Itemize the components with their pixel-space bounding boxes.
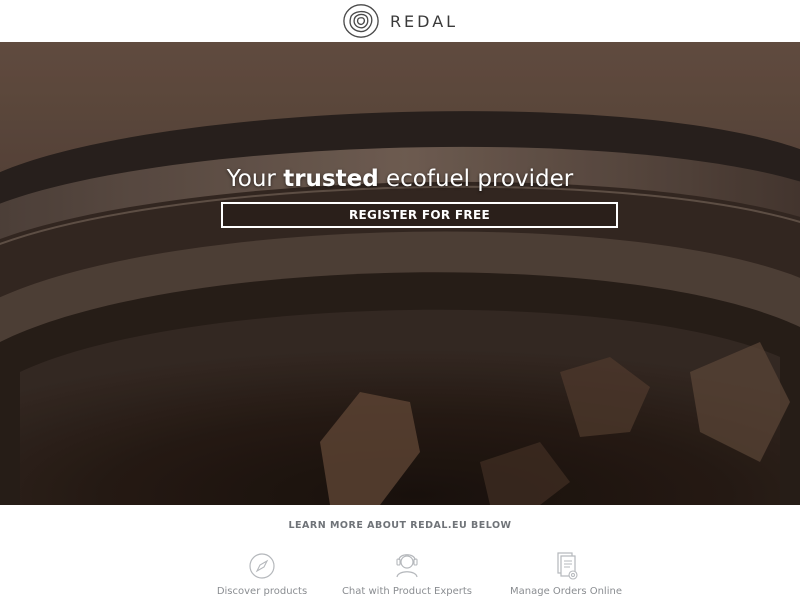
- register-button[interactable]: REGISTER FOR FREE: [221, 202, 618, 228]
- hero-headline-pre: Your: [226, 166, 284, 192]
- hero-banner: Your trusted ecofuel provider REGISTER F…: [0, 42, 800, 505]
- hero-headline: Your trusted ecofuel provider: [0, 166, 800, 192]
- redal-logo-icon[interactable]: [342, 2, 380, 40]
- orders-document-icon: [557, 552, 578, 580]
- feature-discover-products[interactable]: Discover products: [182, 550, 342, 597]
- chat-expert-icon: [396, 554, 418, 578]
- feature-chat-experts[interactable]: Chat with Product Experts: [327, 550, 487, 597]
- learn-more-heading: LEARN MORE ABOUT REDAL.EU BELOW: [288, 520, 512, 531]
- feature-manage-orders[interactable]: Manage Orders Online: [486, 550, 646, 597]
- feature-label: Chat with Product Experts: [341, 586, 473, 597]
- site-header: REDAL: [0, 0, 800, 42]
- hero-background-image: [0, 42, 800, 505]
- hero-headline-post: ecofuel provider: [378, 166, 574, 192]
- feature-label: Manage Orders Online: [510, 586, 622, 597]
- hero-headline-strong: trusted: [283, 166, 379, 192]
- compass-icon: [249, 553, 275, 579]
- features-row: Discover products Chat with Product Expe…: [0, 550, 800, 600]
- brand-name[interactable]: REDAL: [390, 12, 458, 31]
- feature-label: Discover products: [216, 586, 308, 597]
